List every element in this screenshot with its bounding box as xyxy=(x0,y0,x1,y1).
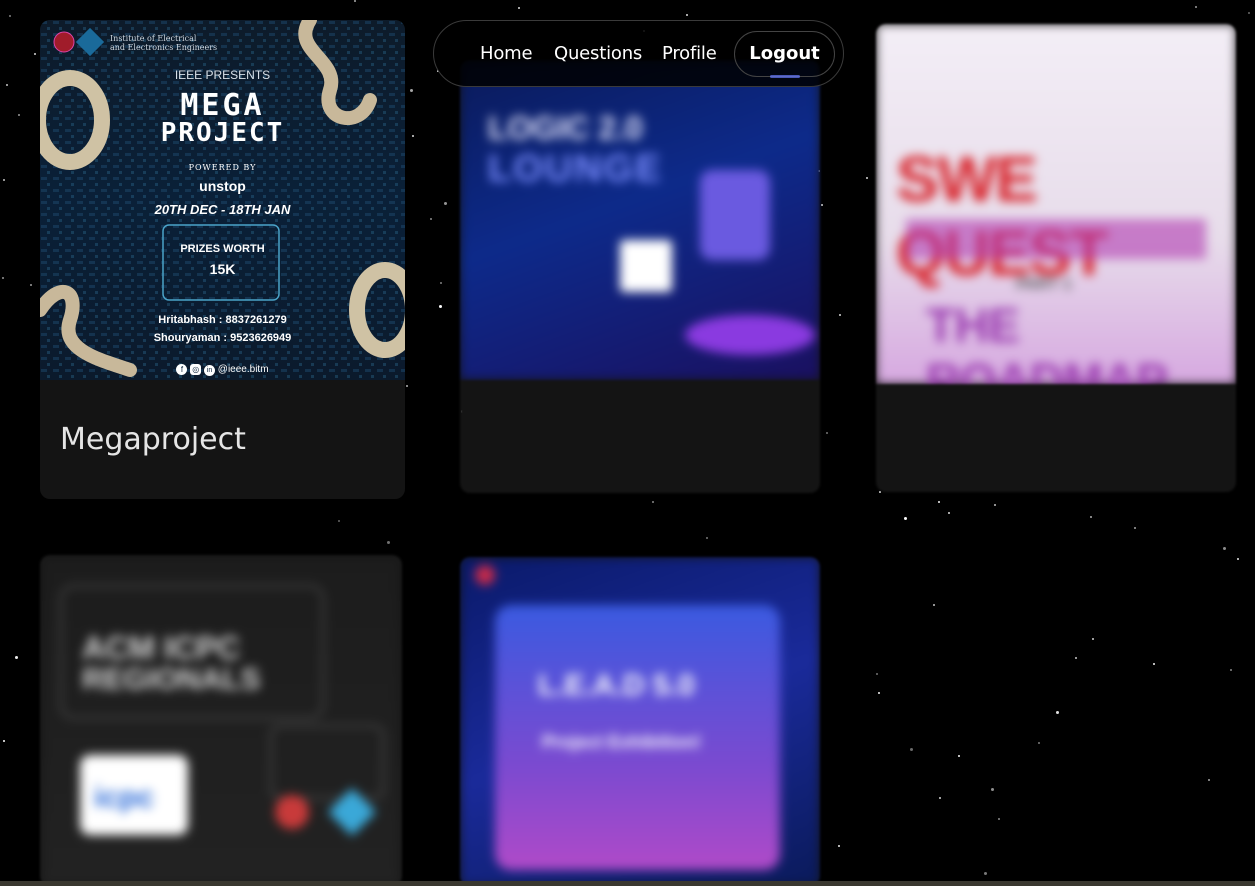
star xyxy=(9,15,11,17)
star xyxy=(686,14,688,16)
star xyxy=(1223,547,1226,550)
logout-underline xyxy=(770,75,800,78)
event-card-megaproject[interactable]: Institute of Electrical and Electronics … xyxy=(40,20,405,499)
poster-prize-label: PRIZES WORTH xyxy=(180,243,265,255)
poster-headline-line1: ACM ICPC xyxy=(82,630,241,666)
event-poster: Institute of Electrical and Electronics … xyxy=(40,20,405,380)
poster-headline-line2: THE ROADMAP xyxy=(926,300,1168,384)
poster-headline-line2: PROJECT xyxy=(160,118,285,148)
poster-headline-line2: Project Exhibition! xyxy=(542,732,702,752)
star xyxy=(998,818,1000,820)
star xyxy=(439,305,442,308)
nav-questions[interactable]: Questions xyxy=(554,43,642,64)
poster-org: Institute of Electrical and Electronics … xyxy=(110,34,218,52)
star xyxy=(652,501,654,503)
star xyxy=(406,385,408,387)
star xyxy=(6,84,8,86)
event-poster: L.E.A.D 5.0 Project Exhibition! xyxy=(460,557,820,886)
poster-powered-by: POWERED BY xyxy=(188,163,257,172)
star xyxy=(15,656,18,659)
star xyxy=(1092,638,1094,640)
logout-button[interactable]: Logout xyxy=(734,31,835,78)
star xyxy=(518,7,520,9)
poster-dates: 20TH DEC - 18TH JAN xyxy=(154,202,291,217)
poster-headline-line2: LOUNGE xyxy=(488,148,663,190)
star xyxy=(410,89,413,92)
poster-handle: @ieee.bitm xyxy=(217,364,269,375)
poster-sponsor: unstop xyxy=(199,178,246,194)
poster-logo: icpc xyxy=(94,781,155,814)
star xyxy=(412,135,414,137)
event-poster: LOGIC 2.0 LOUNGE xyxy=(460,60,820,380)
poster-headline-line2: REGIONALS xyxy=(82,663,261,696)
star xyxy=(354,0,356,2)
event-poster: ACM ICPC REGIONALS icpc xyxy=(40,555,402,886)
card-title: Megaproject xyxy=(60,422,246,457)
star xyxy=(839,314,841,316)
linkedin-icon: in xyxy=(204,365,216,376)
star xyxy=(1075,657,1077,659)
nav-home[interactable]: Home xyxy=(480,43,533,64)
event-card-logic-lounge[interactable]: LOGIC 2.0 LOUNGE xyxy=(460,60,820,493)
star xyxy=(1153,663,1155,665)
star xyxy=(338,520,340,522)
star xyxy=(939,797,941,799)
star xyxy=(387,541,390,544)
poster-contact-2: Shouryaman : 9523626949 xyxy=(153,332,292,344)
star xyxy=(910,748,913,751)
poster-contact-1: Hritabhash : 8837261279 xyxy=(158,314,287,326)
instagram-icon: ◎ xyxy=(190,364,202,375)
poster-headline-line1: L.E.A.D 5.0 xyxy=(538,669,695,702)
poster-headline-line1: SWE QUEST xyxy=(896,143,1108,289)
star xyxy=(821,204,823,206)
poster-presents: IEEE PRESENTS xyxy=(174,68,271,82)
poster-part: PART 1 xyxy=(1016,276,1072,293)
poster-prize-value: 15K xyxy=(209,261,236,277)
star xyxy=(878,692,880,694)
top-navbar: Home Questions Profile Logout xyxy=(433,20,844,87)
star xyxy=(1038,742,1040,744)
star xyxy=(1195,6,1197,8)
star xyxy=(30,284,32,286)
logout-label: Logout xyxy=(749,43,820,64)
star xyxy=(1248,12,1250,14)
star xyxy=(1230,669,1232,671)
facebook-icon: f xyxy=(176,364,188,375)
star xyxy=(994,504,996,506)
poster-social-row: f ◎ in @ieee.bitm xyxy=(40,364,405,376)
star xyxy=(938,501,940,503)
star xyxy=(430,218,432,220)
star xyxy=(1208,779,1210,781)
nav-profile[interactable]: Profile xyxy=(662,43,717,64)
star xyxy=(3,179,5,181)
star xyxy=(1056,711,1059,714)
star xyxy=(18,114,20,116)
star xyxy=(34,53,36,55)
star xyxy=(984,872,987,875)
star xyxy=(958,755,960,757)
bottom-edge xyxy=(0,881,1255,886)
star xyxy=(876,673,878,675)
star xyxy=(440,282,442,284)
event-card-acm-icpc[interactable]: ACM ICPC REGIONALS icpc xyxy=(40,555,402,886)
star xyxy=(706,537,708,539)
star xyxy=(991,788,994,791)
star xyxy=(838,845,840,847)
star xyxy=(1134,527,1136,529)
star xyxy=(1090,516,1092,518)
event-card-swe-quest[interactable]: SWE QUEST PART 1 THE ROADMAP xyxy=(876,24,1236,492)
star xyxy=(948,512,950,514)
star xyxy=(826,432,828,434)
star xyxy=(3,740,5,742)
star xyxy=(879,491,881,493)
event-poster: SWE QUEST PART 1 THE ROADMAP xyxy=(876,24,1236,384)
star xyxy=(866,177,868,179)
poster-headline-line1: LOGIC 2.0 xyxy=(488,110,643,146)
star xyxy=(1237,558,1239,560)
star xyxy=(933,604,935,606)
event-card-lead[interactable]: L.E.A.D 5.0 Project Exhibition! xyxy=(460,557,820,886)
star xyxy=(904,517,907,520)
star xyxy=(2,277,4,279)
star xyxy=(444,202,447,205)
